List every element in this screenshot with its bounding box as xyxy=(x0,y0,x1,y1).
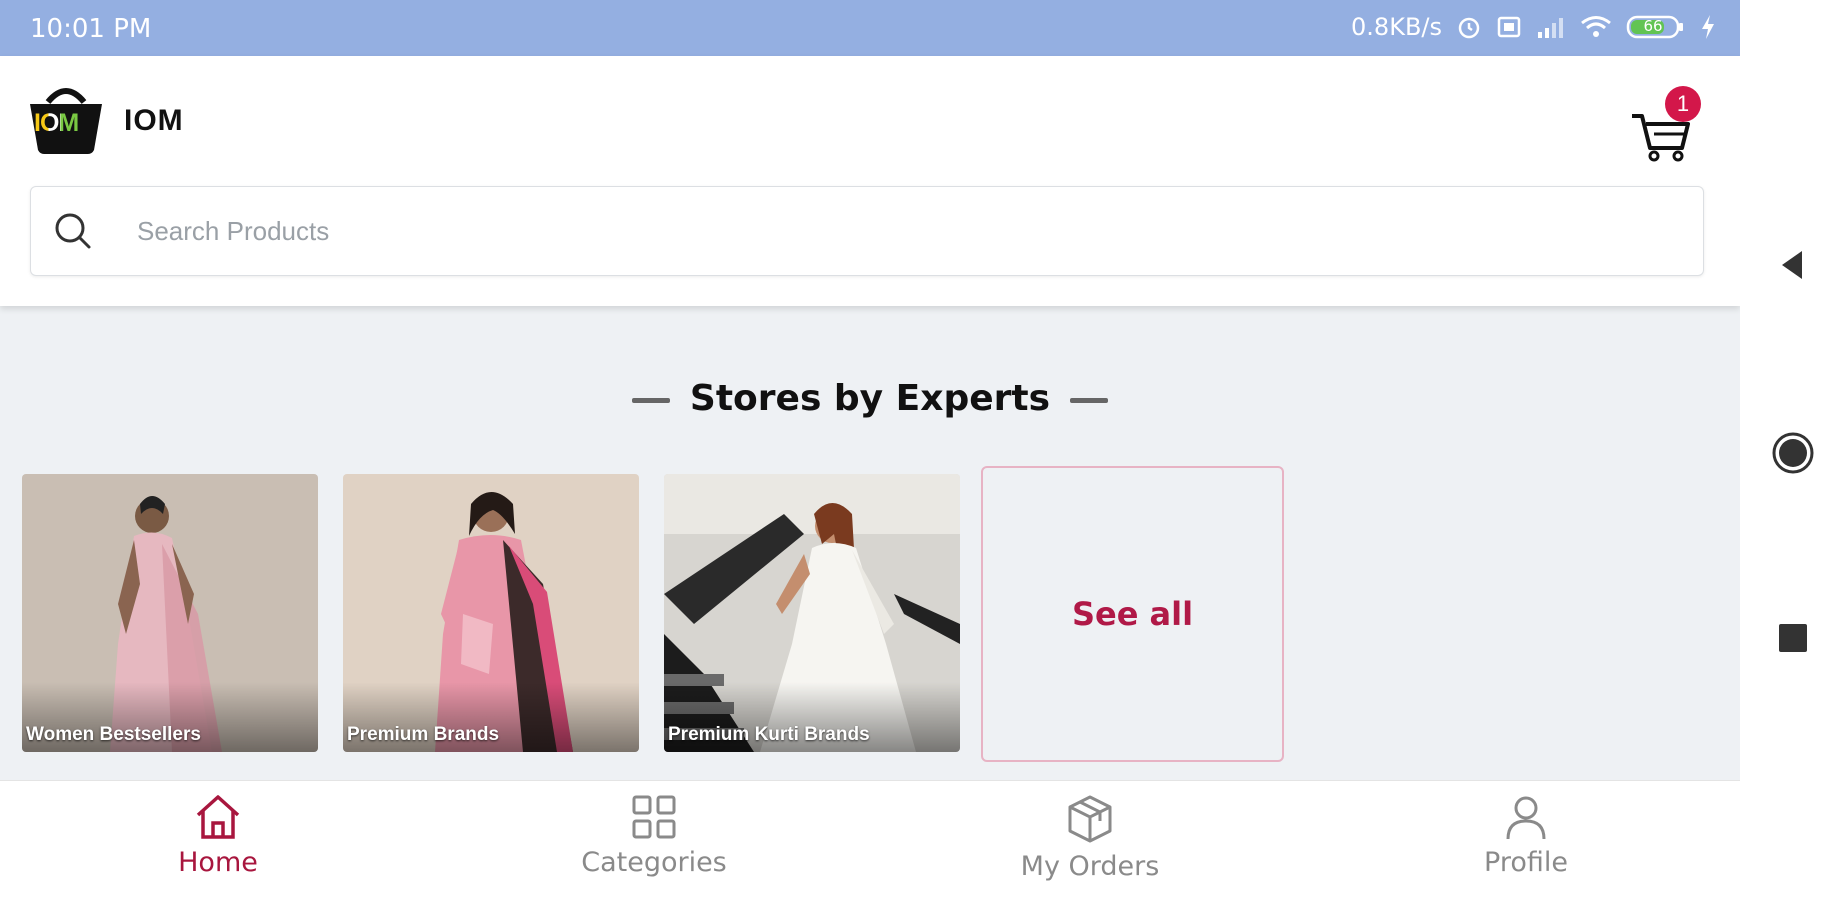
nav-home-label: Home xyxy=(178,847,258,878)
home-icon xyxy=(196,795,240,839)
cart-count-badge: 1 xyxy=(1665,86,1701,122)
nav-profile-label: Profile xyxy=(1484,847,1568,878)
store-card-label: Premium Kurti Brands xyxy=(668,724,870,745)
system-navigation-bar xyxy=(1740,0,1843,900)
user-icon xyxy=(1506,796,1546,840)
section-title-text: Stores by Experts xyxy=(689,378,1051,419)
store-card-label: Premium Brands xyxy=(347,724,500,745)
store-card-premium-brands[interactable]: Premium Brands xyxy=(343,474,639,752)
nav-my-orders[interactable]: My Orders xyxy=(990,793,1190,893)
signal-icon xyxy=(1536,14,1566,40)
heading-dash-right xyxy=(1070,397,1109,403)
recents-button[interactable] xyxy=(1770,615,1816,661)
app-title: IOM xyxy=(124,104,184,137)
charging-icon xyxy=(1700,14,1716,40)
alarm-icon xyxy=(1456,14,1482,40)
search-icon xyxy=(55,213,91,249)
battery-level: 66 xyxy=(1643,17,1663,35)
store-card-premium-kurti-brands[interactable]: Premium Kurti Brands xyxy=(664,474,960,752)
search-input[interactable] xyxy=(135,187,1639,275)
back-button[interactable] xyxy=(1770,242,1816,288)
bottom-navigation: Home Categories My Orders Profile xyxy=(0,780,1740,900)
status-bar: 10:01 PM 0.8KB/s 66 xyxy=(0,0,1740,56)
wifi-icon xyxy=(1580,14,1612,40)
logo-text: IOM xyxy=(34,109,79,137)
store-card-label: Women Bestsellers xyxy=(26,724,201,745)
app-logo[interactable]: IOM xyxy=(28,84,104,156)
box-icon xyxy=(1068,795,1112,843)
nav-profile[interactable]: Profile xyxy=(1426,793,1626,893)
network-speed: 0.8KB/s xyxy=(1351,13,1442,41)
store-card-women-bestsellers[interactable]: Women Bestsellers xyxy=(22,474,318,752)
battery-icon: 66 xyxy=(1626,14,1686,40)
home-system-button[interactable] xyxy=(1770,430,1816,476)
recents-square-icon xyxy=(1779,624,1807,652)
see-all-button[interactable]: See all xyxy=(981,466,1284,762)
status-time: 10:01 PM xyxy=(30,14,152,44)
grid-icon xyxy=(632,795,676,839)
section-heading: Stores by Experts xyxy=(0,378,1740,419)
home-circle-icon xyxy=(1772,432,1814,474)
nav-categories[interactable]: Categories xyxy=(554,793,754,893)
sim-icon xyxy=(1496,14,1522,40)
nav-home[interactable]: Home xyxy=(118,793,318,893)
nav-my-orders-label: My Orders xyxy=(1020,851,1160,882)
app-screen: 10:01 PM 0.8KB/s 66 IOM IOM 1 Search Pro… xyxy=(0,0,1740,900)
search-bar[interactable] xyxy=(30,186,1704,276)
status-icons: 0.8KB/s 66 xyxy=(1351,13,1716,41)
nav-categories-label: Categories xyxy=(581,847,727,878)
back-triangle-icon xyxy=(1782,251,1802,279)
heading-dash-left xyxy=(631,397,670,403)
app-header: IOM IOM 1 xyxy=(0,56,1740,306)
